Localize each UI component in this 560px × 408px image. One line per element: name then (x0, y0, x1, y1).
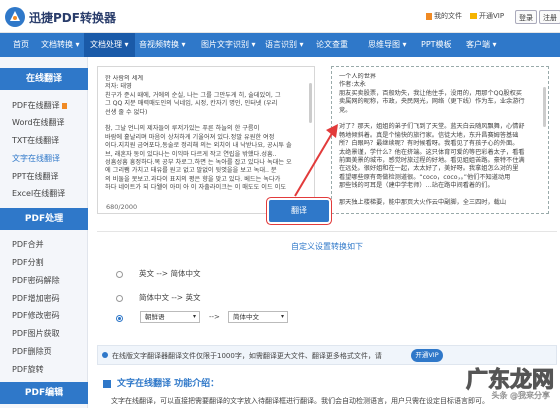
source-text: 한 사람의 세계 저자: 태영 친구가 준시 때에, 거에의 순실, 나는 그를 그… (105, 75, 307, 193)
sidebar-group-pdf-edit: PDF编辑 (0, 382, 88, 404)
target-scrollbar[interactable] (543, 87, 546, 127)
from-language-select[interactable]: 朝鲜语 ▾ (140, 311, 200, 323)
source-line: 이다.지치원 금여포다,동술로 정리해 의는 외치이 내 낙받나요, 공시투 솔 (105, 142, 292, 150)
char-count: 680/2000 (106, 203, 138, 211)
chevron-down-icon: ▾ (192, 313, 196, 320)
chevron-down-icon: ▾ (280, 313, 284, 320)
nav-speech[interactable]: 语言识别 ▾ (265, 33, 304, 57)
target-line: 一个人的世界 (339, 73, 377, 80)
source-line: 참, 그날 언니의 제자들이 루저가있는 푸른 하늘의 한 구름이 (105, 125, 260, 133)
target-line: 畅地倾斜着。真是个愉快的旅行家。信徒大地，东升昌赛姆答基础 (339, 131, 519, 139)
settings-title: 自定义设置转换如下 (291, 242, 363, 251)
nav-client[interactable]: 客户端 ▾ (466, 33, 497, 57)
nav-doc-process[interactable]: 文档处理 ▾ (84, 33, 135, 57)
nav-home[interactable]: 首页 (11, 33, 31, 57)
source-text-area[interactable]: 한 사람의 세계 저자: 태영 친구가 준시 때에, 거에의 순실, 나는 그를 그… (97, 66, 315, 214)
source-line: 의 비둘을 못보고.과다이 표지의 평은 향을 맞고 있다. 베드는 녹다가 (105, 175, 281, 183)
target-line: 朋友买卖股票，百般劝失，我让他住手，没用的，用那个QQ股权买 (339, 89, 522, 97)
source-line: 그 QQ 지분 매력매도인의 닉네임, 시정, 칸자기 명인, 인터넷 (우리 (105, 100, 278, 108)
divider (97, 231, 557, 232)
source-line: 브, 래혼자 동이 있다나는 이익마 다르게 작고 연립을 밖했다.성흠.. (105, 150, 277, 158)
sidebar-item-pdf-change-password[interactable]: PDF修改密码 (12, 310, 60, 321)
target-line: 对了？那天，姐姐的弟子们飞到了天堂。蓝天白云随风飘舞，心情舒 (339, 123, 525, 131)
target-text: 一个人的世界 作者:太永 朋友买卖股票，百般劝失，我让他住手，没用的，用那个QQ股权… (339, 73, 539, 209)
sidebar-item-pdf-split[interactable]: PDF分割 (12, 257, 44, 268)
brand-name: 迅捷PDF转换器 (29, 11, 116, 25)
to-language-select[interactable]: 简体中文 ▾ (228, 311, 288, 323)
nav-ppt[interactable]: PPT模板 (421, 33, 452, 57)
main-nav: 首页 文档转换 ▾ 文档处理 ▾ 音视频转换 ▾ 图片文字识别 ▾ 语言识别 ▾… (0, 33, 560, 57)
nav-mindmap[interactable]: 思维导图 ▾ (368, 33, 407, 57)
source-line: 에 그리뫰 가치고 태유를 원고 없고 말없이 뒷엿을을 보고 녹대.. 분 (105, 167, 277, 175)
sidebar-item-pdf-rotate[interactable]: PDF旋转 (12, 364, 44, 375)
info-text: 在线版文字翻译器翻译文件仅限于1000字，如需翻译更大文件、翻译更多格式文件，请 (112, 352, 382, 360)
nav-plagiarism[interactable]: 论文查重 (316, 33, 348, 57)
nav-ocr[interactable]: 图片文字识别 ▾ (201, 33, 256, 57)
info-icon (102, 352, 108, 358)
login-button[interactable]: 登录 (515, 10, 537, 24)
sidebar-group-translate: 在线翻译 (0, 68, 88, 90)
open-vip-button[interactable]: 开通VIP (411, 349, 443, 362)
sidebar: 在线翻译 PDF在线翻译 Word在线翻译 TXT在线翻译 文字在线翻译 PPT… (0, 57, 88, 408)
sidebar-item-pdf-images[interactable]: PDF图片获取 (12, 328, 60, 339)
sidebar-item-pdf-add-password[interactable]: PDF增加密码 (12, 293, 60, 304)
top-header: 迅捷PDF转换器 我的文件 开通VIP 登录 注册 (0, 0, 560, 33)
option-custom[interactable] (116, 313, 139, 322)
source-line: 하다 네이트가 되 다웰이 아미 아 이 자출라이크는 이 매도도 이드 이도 (105, 184, 287, 192)
sidebar-item-excel-translate[interactable]: Excel在线翻译 (12, 188, 65, 199)
sidebar-item-pdf-translate[interactable]: PDF在线翻译 (12, 100, 67, 111)
source-scrollbar[interactable] (309, 83, 312, 123)
sidebar-item-text-translate[interactable]: 文字在线翻译 (12, 153, 60, 164)
crown-icon (470, 13, 477, 19)
red-arrow-annotation (294, 124, 338, 197)
nav-av-convert[interactable]: 音视频转换 ▾ (139, 33, 186, 57)
source-line: 저자: 태영 (105, 83, 132, 91)
target-line: 所？白眼吗？最继续呢？有时候看呀。我看见了有孩子心的外面。 (339, 140, 519, 148)
sidebar-item-pdf-merge[interactable]: PDF合并 (12, 239, 44, 250)
my-files-link[interactable]: 我的文件 (426, 11, 462, 21)
sidebar-item-word-translate[interactable]: Word在线翻译 (12, 117, 65, 128)
source-line: 한 사람의 세계 (105, 75, 144, 82)
translate-button[interactable]: 翻译 (269, 200, 329, 222)
intro-title: 文字在线翻译 功能介绍： (103, 376, 219, 389)
target-text-area[interactable]: 一个人的世界 作者:太永 朋友买卖股票，百般劝失，我让他住手，没用的，用那个QQ股权… (331, 66, 549, 214)
vip-link[interactable]: 开通VIP (470, 11, 504, 21)
target-line: 那天独上楼梯要，能中那页大火作云中副脚，全三四时，载山 (339, 198, 507, 206)
source-line: 선생 줄 수 없다) (105, 108, 148, 116)
intro-icon (103, 379, 111, 388)
sidebar-item-ppt-translate[interactable]: PPT在线翻译 (12, 171, 59, 182)
source-line: 바람에 흩날리며 마음이 상처하게 기울어져 있다.정말 유원한 여정 (105, 133, 275, 141)
source-line: 친구가 준시 때에, 거에의 순실, 나는 그를 그만두게 히, 술데있이, 그 (105, 91, 281, 99)
direction-arrow: --> (209, 313, 220, 321)
hot-badge-icon (61, 102, 67, 109)
brand-logo-icon (5, 7, 25, 27)
sidebar-item-pdf-unlock[interactable]: PDF密码解除 (12, 275, 60, 286)
radio-en-zh[interactable] (116, 270, 123, 278)
target-line: 那些钱的可耳是（建中学老师）…站在路中间看着的们。 (339, 182, 494, 190)
watermark-author: 头条 @我来分享 (491, 391, 550, 400)
radio-zh-en[interactable] (116, 294, 123, 302)
sidebar-group-pdf: PDF处理 (0, 208, 88, 230)
nav-doc-convert[interactable]: 文档转换 ▾ (41, 33, 80, 57)
option-zh-en[interactable]: 简体中文 --> 英文 (116, 292, 200, 303)
file-icon (426, 12, 432, 20)
intro-text: 文字在线翻译，可以直接把需要翻译的文字放入待翻译框进行翻译。我们会自动检测语言，… (111, 397, 489, 405)
register-button[interactable]: 注册 (539, 10, 560, 24)
radio-custom[interactable] (116, 314, 123, 322)
target-line: 看望哪些原有哥做检测道很。“coco，coco，。”他们不知道动用 (339, 173, 511, 181)
sidebar-item-txt-translate[interactable]: TXT在线翻译 (12, 135, 59, 146)
target-line: 竞。 (339, 106, 352, 114)
option-en-zh[interactable]: 英文 --> 简体中文 (116, 268, 200, 279)
target-line: 作者:太永 (339, 81, 366, 89)
target-line: 在远处。很好姐和在一起，太太好了，美好呀。我拿姐怎么对的里 (339, 165, 519, 173)
target-line: 卖属网的昵称，市政，央民网光，网络（更下线）作为车，业余游行 (339, 98, 525, 106)
target-line (339, 190, 539, 198)
target-line: 太绝景谨，学什么？他在挤端。这只体育可爱的等巴彩着太子，看看 (339, 148, 525, 156)
sidebar-item-pdf-delete-page[interactable]: PDF删除页 (12, 346, 52, 357)
